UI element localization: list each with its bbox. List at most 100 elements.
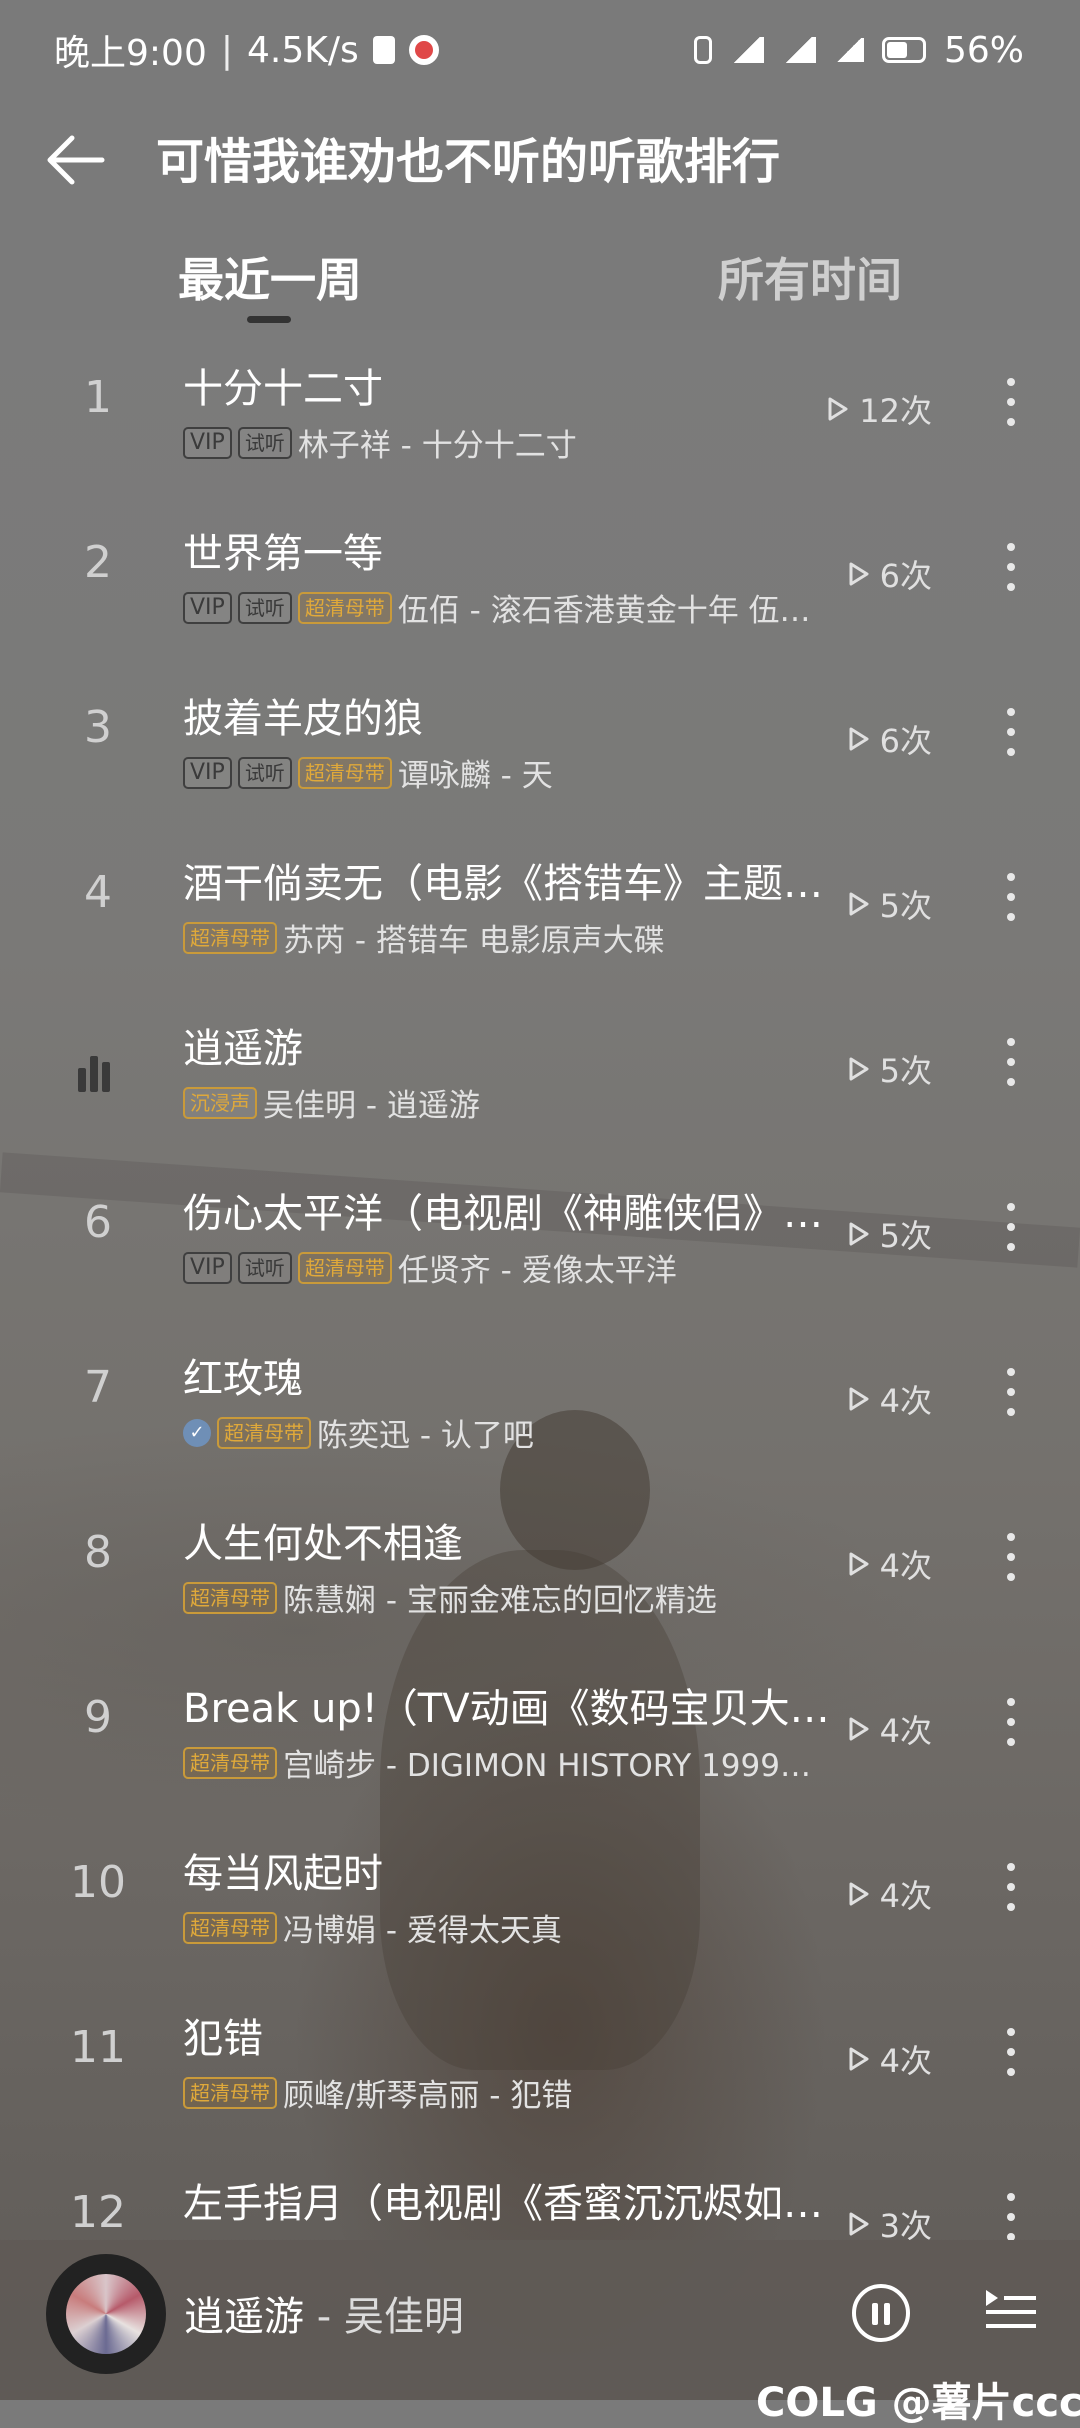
play-icon (828, 397, 848, 421)
page-title: 可惜我谁劝也不听的听歌排行 (156, 134, 781, 190)
play-count: 5次 (848, 1211, 932, 1257)
song-meta: VIP 试听 林子祥 - 十分十二寸 (183, 420, 853, 465)
play-count: 5次 (848, 1046, 932, 1092)
song-row[interactable]: 10 每当风起时 超清母带 冯博娟 - 爱得太天真 4次 (0, 1815, 1080, 1980)
tab-recent-week[interactable]: 最近一周 (178, 244, 362, 310)
song-meta: VIP 试听 超清母带 谭咏麟 - 天 (183, 750, 853, 795)
play-icon (849, 1717, 869, 1741)
back-arrow-icon[interactable] (44, 130, 114, 190)
song-row[interactable]: 7 红玫瑰 ✓ 超清母带 陈奕迅 - 认了吧 4次 (0, 1320, 1080, 1485)
more-options-icon[interactable] (1004, 2028, 1018, 2076)
artist-album: 林子祥 - 十分十二寸 (297, 428, 577, 464)
master-quality-badge: 超清母带 (217, 1416, 311, 1449)
song-title: 十分十二寸 (183, 366, 383, 412)
play-icon (849, 1387, 869, 1411)
signal-icon-2 (781, 37, 816, 63)
play-count-value: 5次 (879, 1217, 932, 1255)
song-row[interactable]: 9 Break up!（TV动画《数码宝贝大冒… 超清母带 宫崎步 - DIGIMON… (0, 1650, 1080, 1815)
rank-number: 1 (84, 372, 112, 423)
more-options-icon[interactable] (1004, 1698, 1018, 1746)
more-options-icon[interactable] (1004, 1533, 1018, 1581)
signal-icon (729, 37, 764, 63)
playlist-queue-icon[interactable] (982, 2284, 1038, 2336)
more-options-icon[interactable] (1004, 1038, 1018, 1086)
more-options-icon[interactable] (1004, 873, 1018, 921)
play-count-value: 5次 (879, 887, 932, 925)
song-title: 酒干倘卖无（电影《搭错车》主题曲） (183, 861, 853, 907)
play-icon (849, 1552, 869, 1576)
song-meta: 超清母带 冯博娟 - 爱得太天真 (183, 1905, 853, 1950)
now-playing-song: 逍遥游 (184, 2294, 304, 2340)
more-options-icon[interactable] (1004, 1368, 1018, 1416)
immersive-audio-badge: 沉浸声 (183, 1086, 257, 1119)
song-row[interactable]: 1 十分十二寸 VIP 试听 林子祥 - 十分十二寸 12次 (0, 330, 1080, 495)
play-icon (849, 2212, 869, 2236)
more-options-icon[interactable] (1004, 708, 1018, 756)
master-quality-badge: 超清母带 (183, 1911, 277, 1944)
vip-badge: VIP (183, 591, 232, 624)
song-meta: 超清母带 苏芮 - 搭错车 电影原声大碟 (183, 915, 853, 960)
play-icon (849, 1222, 869, 1246)
now-playing-title[interactable]: 逍遥游 - 吴佳明 (184, 2284, 464, 2342)
play-count-value: 12次 (859, 392, 932, 430)
artist-album: 苏芮 - 搭错车 电影原声大碟 (283, 923, 665, 959)
song-title: 红玫瑰 (183, 1356, 303, 1402)
bluetooth-icon (693, 36, 712, 64)
artist-album: 吴佳明 - 逍遥游 (263, 1088, 480, 1124)
play-icon (849, 892, 869, 916)
master-quality-badge: 超清母带 (183, 1746, 277, 1779)
wifi-icon (833, 38, 864, 62)
play-count: 12次 (827, 386, 932, 432)
status-bar: 晚上9:00 | 4.5K/s 56% (0, 0, 1080, 100)
song-row[interactable]: 6 伤心太平洋（电视剧《神雕侠侣》… VIP 试听 超清母带 任贤齐 - 爱像太平洋 5次 (0, 1155, 1080, 1320)
vip-badge: VIP (183, 426, 232, 459)
play-count: 4次 (848, 1376, 932, 1422)
status-time: 晚上9:00 (54, 33, 207, 74)
more-options-icon[interactable] (1004, 1203, 1018, 1251)
verified-icon: ✓ (183, 1418, 211, 1447)
artist-album: 谭咏麟 - 天 (397, 758, 553, 794)
now-playing-equalizer-icon (78, 1052, 118, 1092)
rank-number: 10 (70, 1857, 126, 1908)
more-options-icon[interactable] (1004, 1863, 1018, 1911)
play-icon (849, 562, 869, 586)
more-options-icon[interactable] (1004, 543, 1018, 591)
album-cover (66, 2274, 146, 2354)
album-disc[interactable] (46, 2254, 166, 2374)
rank-number: 3 (84, 702, 112, 753)
pause-button[interactable] (852, 2284, 910, 2342)
play-count: 3次 (848, 2201, 932, 2240)
tab-all-time[interactable]: 所有时间 (718, 244, 902, 310)
song-row[interactable]: 11 犯错 超清母带 顾峰/斯琴高丽 - 犯错 4次 (0, 1980, 1080, 2145)
artist-album: 陈慧娴 - 宝丽金难忘的回忆精选 (283, 1583, 717, 1619)
more-options-icon[interactable] (1004, 378, 1018, 426)
play-count: 4次 (848, 1871, 932, 1917)
artist-album: 任贤齐 - 爱像太平洋 (397, 1253, 677, 1289)
song-title: 犯错 (183, 2016, 263, 2062)
preview-badge: 试听 (237, 426, 292, 459)
master-quality-badge: 超清母带 (297, 591, 392, 624)
sim-icon (372, 36, 395, 64)
rank-number: 4 (84, 867, 112, 918)
song-row[interactable]: 逍遥游 沉浸声 吴佳明 - 逍遥游 5次 (0, 990, 1080, 1155)
play-count-value: 4次 (879, 1712, 932, 1750)
play-count-value: 4次 (879, 1382, 932, 1420)
more-options-icon[interactable] (1004, 2193, 1018, 2240)
song-meta: ✓ 超清母带 陈奕迅 - 认了吧 (183, 1410, 853, 1455)
play-count-value: 3次 (879, 2207, 932, 2240)
artist-album: 宫崎步 - DIGIMON HISTORY 1999… (283, 1748, 811, 1784)
play-count: 6次 (848, 551, 932, 597)
song-row[interactable]: 2 世界第一等 VIP 试听 超清母带 伍佰 - 滚石香港黄金十年 伍… 6次 (0, 495, 1080, 660)
battery-level: 56% (943, 29, 1024, 71)
artist-album: 顾峰/斯琴高丽 - 犯错 (283, 2078, 573, 2114)
rank-number: 8 (84, 1527, 112, 1578)
song-row[interactable]: 3 披着羊皮的狼 VIP 试听 超清母带 谭咏麟 - 天 6次 (0, 660, 1080, 825)
master-quality-badge: 超清母带 (183, 2076, 277, 2109)
play-count: 5次 (848, 881, 932, 927)
song-row[interactable]: 8 人生何处不相逢 超清母带 陈慧娴 - 宝丽金难忘的回忆精选 4次 (0, 1485, 1080, 1650)
master-quality-badge: 超清母带 (297, 1251, 392, 1284)
song-meta: 超清母带 顾峰/斯琴高丽 - 犯错 (183, 2070, 853, 2115)
song-row[interactable]: 4 酒干倘卖无（电影《搭错车》主题曲） 超清母带 苏芮 - 搭错车 电影原声大碟 5次 (0, 825, 1080, 990)
play-icon (849, 2047, 869, 2071)
song-row[interactable]: 12 左手指月（电视剧《香蜜沉沉烬如… 3次 (0, 2145, 1080, 2240)
